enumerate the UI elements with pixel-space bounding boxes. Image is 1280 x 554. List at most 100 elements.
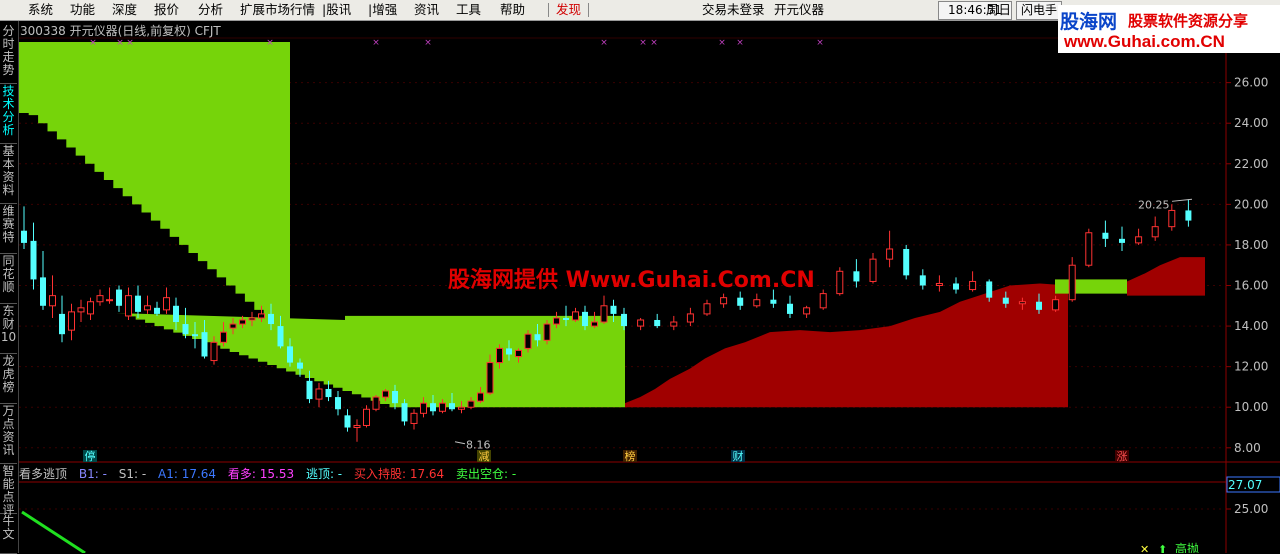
logo-slogan: 股票软件资源分享 [1128, 12, 1249, 30]
candle-body-up [315, 388, 323, 400]
candle-body-up [886, 248, 894, 260]
candle-body-down [1002, 297, 1009, 304]
candle-body-up [363, 408, 370, 426]
candle-body-down [297, 362, 303, 369]
candle-body-up [515, 349, 522, 358]
candle-body-up [703, 303, 711, 315]
candle-body-up [1052, 299, 1060, 311]
candle-body-up [1085, 232, 1093, 266]
indicator-name[interactable]: 看多逃顶 [19, 467, 67, 481]
indicator-buy-hold: 买入持股: 17.64 [353, 467, 445, 481]
signal-marker: × [736, 38, 744, 48]
candle-body-up [591, 321, 598, 327]
candle-body-up [220, 331, 227, 343]
candle-body-up [87, 301, 94, 315]
candle-body-up [353, 424, 361, 429]
candle-body-up [935, 282, 943, 287]
red-band-right [1127, 257, 1205, 296]
candle-body-up [210, 341, 218, 362]
candle-body-down [1036, 301, 1042, 310]
candle-body-down [582, 311, 588, 327]
signal-marker: × [126, 38, 134, 48]
candle-body-down [173, 305, 179, 323]
candle-body-up [410, 412, 418, 424]
signal-marker: × [266, 38, 274, 48]
price-tick-label-1: 24.00 [1234, 116, 1268, 130]
price-tick-label-6: 14.00 [1234, 319, 1268, 333]
indicator-axis-tick: 25.00 [1234, 502, 1268, 516]
price-tick-label-9: 8.00 [1234, 441, 1261, 455]
green-band-3 [1055, 279, 1127, 294]
indicator-taoding: 逃顶: - [305, 467, 343, 481]
candle-body-down [563, 317, 569, 320]
candle-body-down [919, 275, 926, 286]
candle-body-down [116, 289, 122, 306]
event-marker-2: 榜 [625, 449, 636, 463]
candle-body-up [420, 402, 427, 414]
indicator-a1: A1: 17.64 [158, 467, 217, 481]
candle-body-down [449, 403, 455, 410]
event-marker-4: 涨 [1117, 450, 1128, 463]
candle-body-up [439, 402, 446, 412]
candle-body-down [986, 281, 993, 298]
signal-marker: × [718, 38, 726, 48]
candle-body-down [30, 240, 37, 280]
candle-body-up [969, 280, 977, 291]
high-price-label: 20.25 [1138, 198, 1170, 211]
price-tick-label-3: 20.00 [1234, 197, 1268, 211]
candle-body-down [401, 403, 408, 422]
green-band-1 [19, 42, 292, 335]
candle-body-up [77, 307, 85, 313]
candle-body-up [753, 299, 761, 307]
candle-body-up [458, 406, 465, 410]
event-marker-0: 停 [85, 449, 96, 463]
candle-body-down [40, 277, 46, 306]
candle-body-down [201, 332, 208, 357]
price-tick-label-0: 26.00 [1234, 76, 1268, 90]
candle-body-up [229, 323, 237, 329]
candle-body-up [49, 295, 56, 307]
legend-star-icon: ✕ [1140, 543, 1149, 553]
candle-body-down [21, 230, 27, 243]
price-tick-label-7: 12.00 [1234, 360, 1268, 374]
candle-body-up [106, 299, 113, 302]
candle-body-up [686, 313, 694, 323]
indicator-s1: S1: - [118, 467, 147, 481]
candle-body-up [836, 270, 844, 295]
candle-body-up [467, 400, 475, 408]
red-band-main [625, 283, 1068, 408]
candle-body-down [192, 334, 198, 337]
candle-body-down [306, 380, 313, 400]
price-tick-label-5: 16.00 [1234, 279, 1268, 293]
candle-body-up [486, 362, 494, 394]
candle-body-up [572, 311, 579, 321]
candle-body-down [853, 271, 860, 282]
candle-body-up [543, 323, 551, 341]
signal-marker: × [89, 38, 97, 48]
candle-body-up [1151, 226, 1159, 238]
indicator-axis-top-value: 27.07 [1228, 478, 1262, 492]
price-tick-label-8: 10.00 [1234, 400, 1268, 414]
candle-body-down [268, 313, 274, 325]
signal-marker: × [650, 38, 658, 48]
candle-body-up [1018, 301, 1026, 305]
candle-body-down [287, 346, 293, 363]
candle-body-up [819, 293, 827, 309]
event-marker-1: 减 [479, 450, 490, 463]
candle-body-down [610, 305, 617, 314]
candle-body-down [953, 283, 959, 290]
candle-body-down [344, 415, 351, 428]
candle-body-up [803, 307, 811, 315]
candle-body-up [96, 295, 104, 303]
indicator-legend-short: 高抛 [1175, 541, 1199, 553]
logo-url: www.Guhai.com.CN [1064, 32, 1225, 51]
candle-body-up [68, 311, 75, 331]
indicator-kanduo: 看多: 15.53 [227, 467, 295, 481]
candle-body-down [1102, 232, 1109, 239]
signal-marker: × [372, 38, 380, 48]
candle-body-up [239, 319, 246, 325]
high-price-pointer [1171, 198, 1193, 202]
guhai-logo: 股海网 股票软件资源分享 www.Guhai.com.CN [1058, 5, 1280, 53]
candle-body-down [430, 403, 436, 412]
price-tick-label-2: 22.00 [1234, 157, 1268, 171]
